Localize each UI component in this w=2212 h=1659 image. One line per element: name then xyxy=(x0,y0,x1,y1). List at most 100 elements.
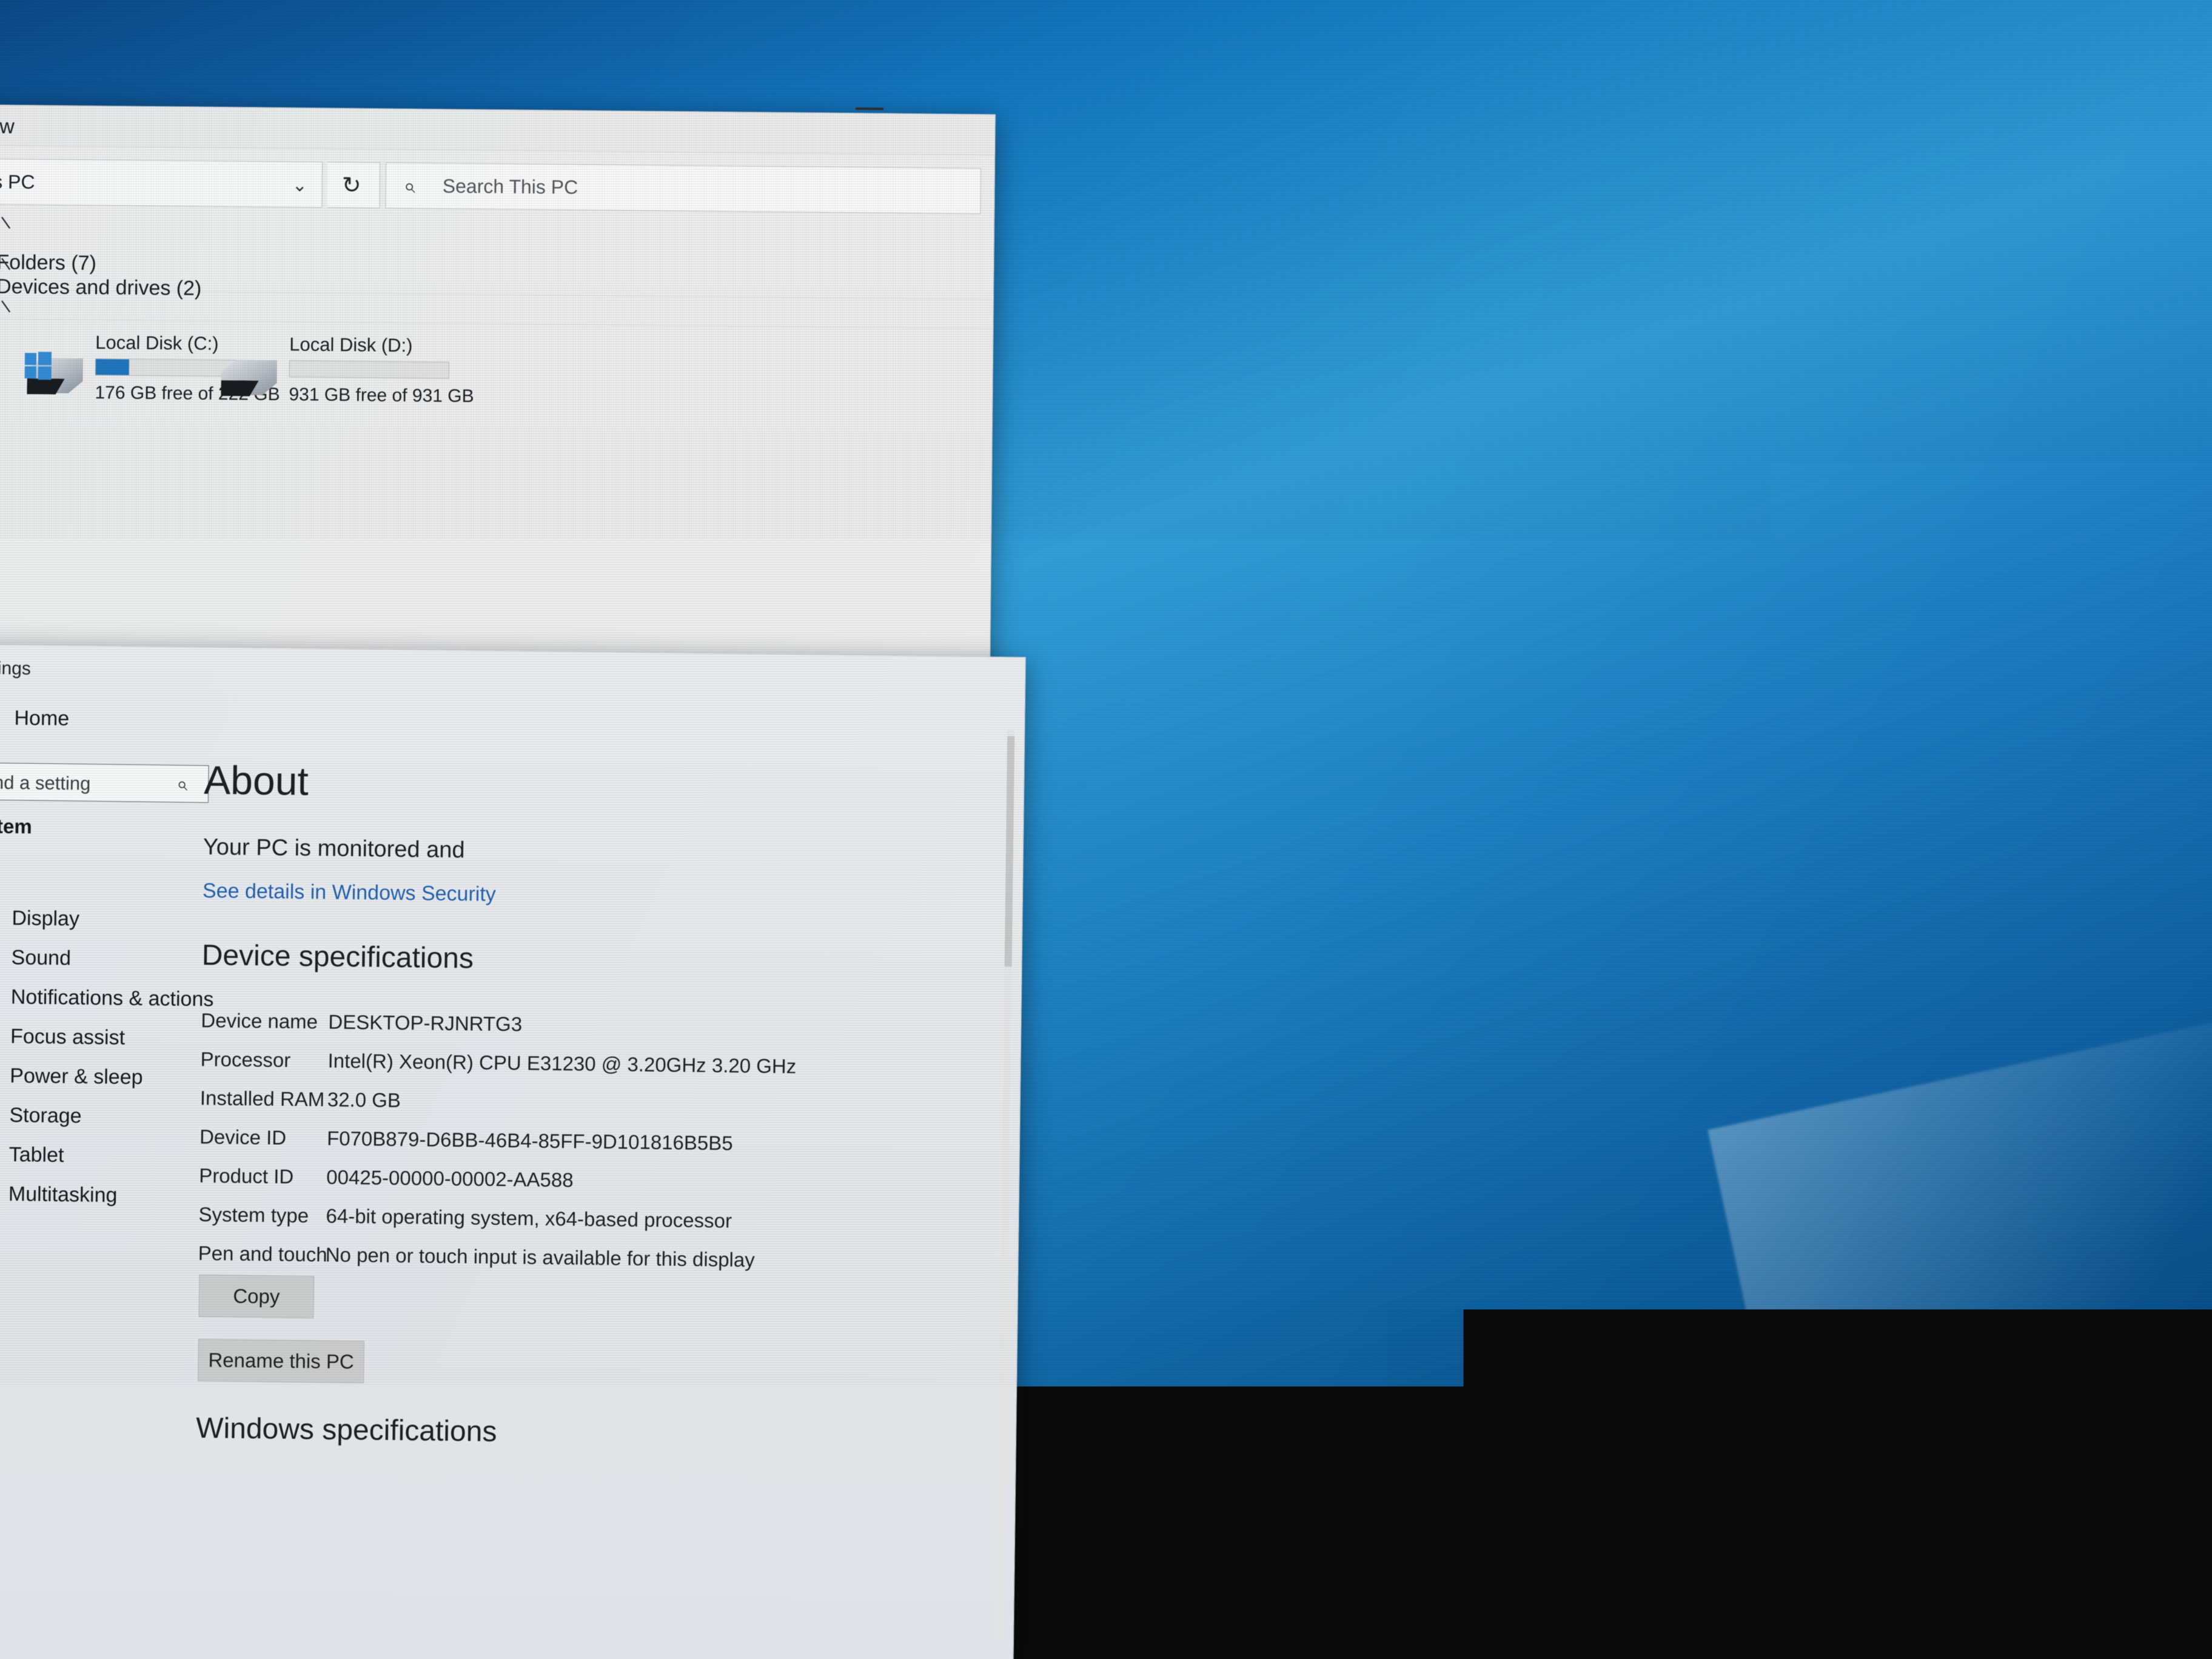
disk0-sparkline xyxy=(1039,287,1114,352)
fewer-details-button[interactable]: ⌃ Fewer details xyxy=(1033,958,1199,992)
tab-services[interactable]: Services xyxy=(1626,39,1728,73)
sidebar-item-label: Notifications & actions xyxy=(11,985,214,1011)
engine-graph-copy xyxy=(1764,179,2123,304)
spec-label: Product ID xyxy=(199,1164,293,1188)
tab-users[interactable]: Users xyxy=(1460,38,1539,72)
sidebar-item-tablet[interactable]: Tablet xyxy=(0,1136,64,1173)
rename-pc-button[interactable]: Rename this PC xyxy=(198,1339,364,1383)
resource-line1: 2% 2.21 GHz xyxy=(1132,109,1237,132)
footer-divider xyxy=(1253,957,1254,991)
list-item[interactable]: Disk 1 (D:) HDD 0% xyxy=(987,377,1375,471)
engine-label-copy[interactable]: ∨ Copy xyxy=(1765,153,1827,176)
sidebar-item-label: Tablet xyxy=(8,1143,64,1167)
menu-options[interactable]: Options xyxy=(1052,0,1119,23)
list-item[interactable]: CPU 2% 2.21 GHz xyxy=(989,78,1378,172)
spec-value: No pen or touch input is available for t… xyxy=(326,1243,755,1272)
copy-button[interactable]: Copy xyxy=(198,1275,314,1318)
sidebar-item-label: Storage xyxy=(9,1104,82,1128)
sidebar-item-label: Multitasking xyxy=(8,1182,118,1207)
refresh-icon: ↻ xyxy=(342,172,361,199)
group-devices[interactable]: ∨Devices and drives (2) xyxy=(0,275,202,301)
resource-line2: 0% (44 °C) xyxy=(1128,628,1292,651)
sidebar-item-sound[interactable]: Sound xyxy=(0,939,71,976)
settings-window[interactable]: Settings ⌂ Home Find a setting ⌕ System … xyxy=(0,644,1026,1659)
cpu-sparkline xyxy=(1041,89,1116,153)
gpu-model-label: NVIDIA GeForce GTX 960 xyxy=(1941,106,2197,133)
tab-details[interactable]: Details xyxy=(1538,38,1626,72)
open-resource-monitor-link[interactable]: Open Resource Monitor xyxy=(1277,960,1536,996)
dedicated-memory-graph xyxy=(1404,517,2120,632)
menu-file[interactable]: File xyxy=(997,0,1029,22)
wifi-sparkline xyxy=(1038,486,1113,551)
tab-app-history[interactable]: App history xyxy=(1245,36,1370,70)
sidebar-item-label: Home xyxy=(14,706,69,731)
device-specifications-heading: Device specifications xyxy=(201,939,474,975)
resource-line1: 2.9/31.9 GB (9%) xyxy=(1131,209,1267,231)
tab-performance[interactable]: Performance xyxy=(1105,32,1245,70)
resource-line1: HDD xyxy=(1130,407,1239,430)
group-folders-label: Folders (7) xyxy=(0,251,96,275)
windows-security-link[interactable]: See details in Windows Security xyxy=(203,879,496,907)
sidebar-item-storage[interactable]: Storage xyxy=(0,1096,82,1134)
address-bar-input[interactable] xyxy=(0,158,323,208)
explorer-rule-2 xyxy=(0,318,993,329)
sidebar-item-multitasking[interactable]: Multitasking xyxy=(0,1175,118,1213)
spec-value: F070B879-D6BB-46B4-85FF-9D101816B5B5 xyxy=(327,1127,733,1155)
chevron-down-icon: ∨ xyxy=(1407,153,1419,172)
fewer-details-label: Fewer details xyxy=(1079,963,1199,987)
menu-view[interactable]: View xyxy=(1151,1,1193,24)
engine-graph-3d xyxy=(1406,176,1760,302)
disk1-sparkline xyxy=(1039,387,1113,452)
engine-label-video-decode[interactable]: ∨ Video Decode xyxy=(1763,324,1899,347)
tab-processes[interactable]: Processes xyxy=(987,34,1106,69)
resource-line1: Wi-Fi xyxy=(1129,507,1242,529)
file-explorer-window[interactable]: View This PC ⌄ ↻ ⌕ Search This PC ›Folde… xyxy=(0,104,996,685)
explorer-addressbar: This PC ⌄ ↻ ⌕ Search This PC xyxy=(0,158,988,214)
minimize-icon[interactable] xyxy=(856,107,883,110)
sidebar-item-label: Sound xyxy=(11,946,71,970)
drive-name: Local Disk (C:) xyxy=(95,332,219,355)
sidebar-item-display[interactable]: Display xyxy=(0,899,79,937)
engine-graph-video-decode xyxy=(1763,350,2122,474)
engine-percent-video-decode: 0% xyxy=(2162,327,2190,349)
sidebar-item-focus-assist[interactable]: Focus assist xyxy=(0,1017,125,1056)
resource-list: CPU 2% 2.21 GHz Memory 2.9/31.9 GB (9%) xyxy=(984,78,1378,845)
sidebar-item-power-sleep[interactable]: Power & sleep xyxy=(0,1057,143,1096)
engine-label-3d[interactable]: ∨ 3D xyxy=(1407,151,1449,173)
chevron-down-icon: ∨ xyxy=(1763,327,1775,345)
hard-drive-icon xyxy=(217,350,281,397)
sidebar-item-notifications[interactable]: Notifications & actions xyxy=(0,978,214,1017)
resource-monitor-icon xyxy=(1277,960,1311,994)
engine-label-video-encode[interactable]: ∨ Video Encode xyxy=(1406,322,1540,345)
search-input[interactable]: Find a setting ⌕ xyxy=(0,762,209,803)
resource-title: CPU xyxy=(1132,83,1237,110)
spec-label: Processor xyxy=(200,1048,290,1072)
search-icon: ⌕ xyxy=(404,175,415,198)
resource-title: GPU 0 xyxy=(1128,580,1293,608)
sidebar-item-label: Power & sleep xyxy=(10,1064,143,1090)
shared-memory-graph xyxy=(1403,657,2119,771)
list-item[interactable]: Wi-Fi Wi-Fi S: 0 R: 0 Kbps xyxy=(986,476,1375,570)
resource-title: Disk 0 (C:) xyxy=(1131,282,1240,309)
menu-view[interactable]: View xyxy=(0,115,15,139)
chevron-down-icon[interactable]: ⌄ xyxy=(292,175,307,196)
tab-startup[interactable]: Startup xyxy=(1370,37,1461,71)
open-resource-monitor-label: Open Resource Monitor xyxy=(1323,965,1536,990)
resource-line2: 0% xyxy=(1130,330,1239,352)
task-manager-window[interactable]: File Options View Processes Performance … xyxy=(973,0,2212,1071)
group-folders[interactable]: ›Folders (7) xyxy=(0,250,96,275)
list-item[interactable]: Memory 2.9/31.9 GB (9%) xyxy=(988,178,1376,272)
spec-label: Pen and touch xyxy=(198,1242,327,1267)
settings-content: About Your PC is monitored and See detai… xyxy=(230,648,1025,1659)
spec-value: 32.0 GB xyxy=(327,1088,401,1112)
drive-name: Local Disk (D:) xyxy=(289,333,413,357)
sidebar-item-label: Display xyxy=(12,907,79,931)
footer-stat-driver-version: Driver version: xyxy=(1922,837,2040,859)
drive-free-label: 931 GB free of 931 GB xyxy=(289,384,474,407)
sidebar-item-home[interactable]: ⌂ Home xyxy=(0,699,70,737)
memory-sparkline xyxy=(1041,188,1115,253)
list-item[interactable]: Disk 0 (C:) SSD 0% xyxy=(987,277,1376,371)
resource-title: Memory xyxy=(1131,183,1267,210)
list-item[interactable]: GPU 0 NVIDIA GeForce G... 0% (44 °C) xyxy=(985,575,1373,669)
spec-label: System type xyxy=(198,1203,309,1227)
